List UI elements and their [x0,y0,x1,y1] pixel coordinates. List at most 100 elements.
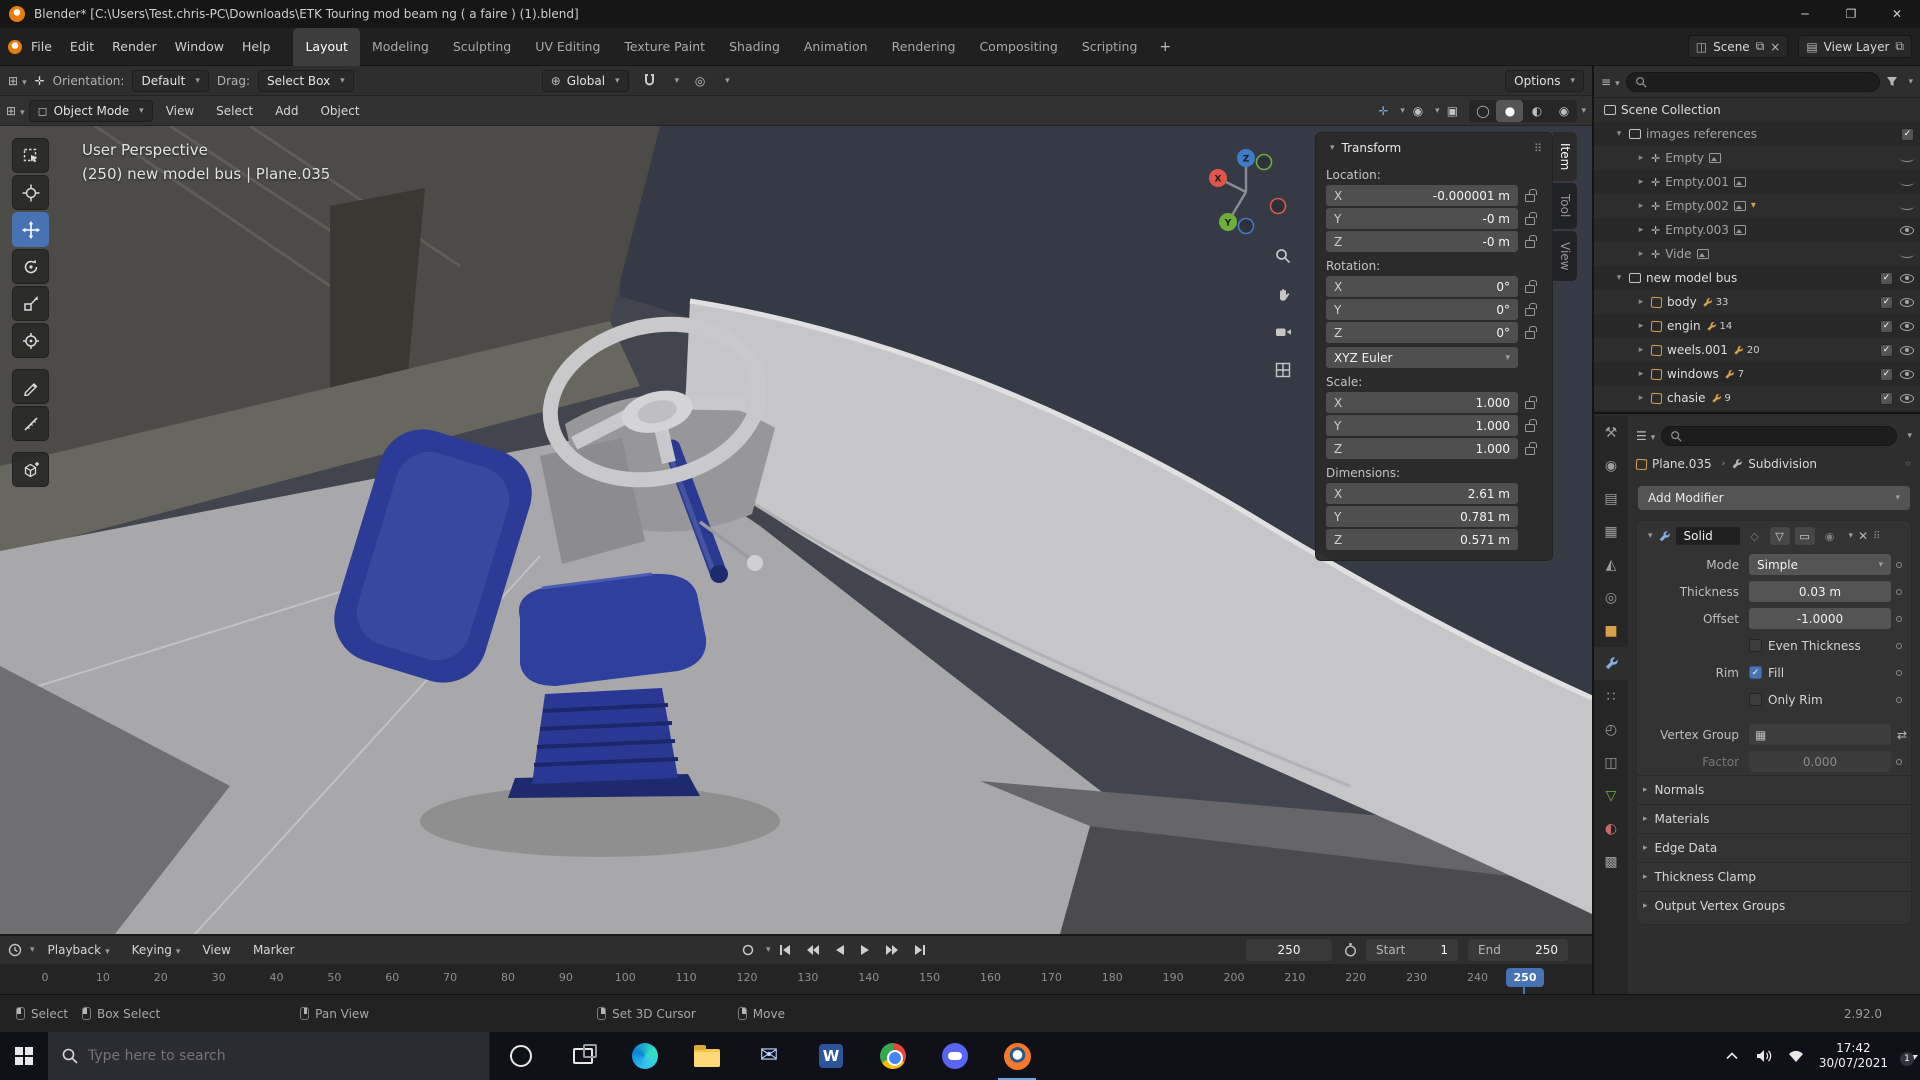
tool-annotate[interactable] [12,369,49,404]
blender-menu-icon[interactable] [8,40,22,54]
view-layer-tab-icon[interactable]: ▦ [1594,515,1628,548]
lock-icon[interactable] [1525,424,1535,432]
drag-select[interactable]: Select Box▾ [258,70,354,92]
panel-grip-icon[interactable]: ⠿ [1534,142,1542,155]
modifiers-tab-icon[interactable] [1594,647,1628,680]
auto-key-icon[interactable] [735,939,760,961]
shading-wireframe-icon[interactable]: ◯ [1469,100,1496,122]
tool-measure[interactable] [12,406,49,441]
eye-closed-icon[interactable] [1900,155,1914,162]
menu-object[interactable]: Object [311,100,368,122]
pan-hand-icon[interactable] [1268,279,1298,309]
view-layer-selector[interactable]: ▤ View Layer ⧉ [1798,35,1912,58]
preview-range-icon[interactable] [1338,939,1363,961]
expand-arrow-icon[interactable]: ▸ [1636,249,1646,259]
zoom-icon[interactable] [1268,241,1298,271]
unlink-scene-icon[interactable]: × [1770,40,1780,54]
outliner-row-vide[interactable]: ▸ ✛ Vide [1594,242,1920,266]
material-tab-icon[interactable]: ◐ [1594,812,1628,845]
current-frame-field[interactable]: 250 [1246,939,1332,961]
prev-keyframe-button[interactable] [800,939,825,961]
outliner-row-empty-003[interactable]: ▸ ✛ Empty.003 [1594,218,1920,242]
section-edge-data[interactable]: ▸Edge Data [1637,833,1911,862]
close-button[interactable]: ✕ [1874,0,1920,28]
tab-rendering[interactable]: Rendering [880,31,968,62]
dimensions-z-field[interactable]: Z0.571 m [1326,529,1518,550]
outliner-editor-icon[interactable]: ≡▾ [1601,75,1620,89]
even-thickness-checkbox[interactable] [1749,639,1762,652]
editor-type-icon[interactable]: ⊞▾ [8,74,27,88]
search-input[interactable] [88,1048,448,1064]
tool-tab-icon[interactable]: ⚒ [1594,416,1628,449]
menu-edit[interactable]: Edit [61,35,103,58]
shading-material-icon[interactable]: ◐ [1523,100,1550,122]
rotation-y-field[interactable]: Y0° [1326,299,1518,320]
object-checkbox[interactable]: ✓ [1880,320,1893,333]
animate-decorator[interactable] [1896,616,1902,622]
constraints-tab-icon[interactable]: ◫ [1594,746,1628,779]
expand-arrow-icon[interactable]: ▸ [1636,369,1646,379]
eye-closed-icon[interactable] [1900,203,1914,210]
new-scene-icon[interactable]: ⧉ [1756,39,1765,54]
animate-decorator[interactable] [1896,759,1902,765]
modifier-name-field[interactable]: Solid [1676,527,1740,545]
section-materials[interactable]: ▸Materials [1637,804,1911,833]
playhead-badge[interactable]: 250 [1506,968,1544,987]
outliner-row-new-model-bus[interactable]: ▾ new model bus ✓ [1594,266,1920,290]
section-thickness-clamp[interactable]: ▸Thickness Clamp [1637,862,1911,891]
collection-checkbox[interactable]: ✓ [1880,272,1893,285]
properties-editor-icon[interactable]: ☰▾ [1636,429,1655,443]
play-reverse-button[interactable] [827,939,852,961]
eye-open-icon[interactable] [1900,274,1914,283]
menu-add[interactable]: Add [266,100,307,122]
rotation-mode-select[interactable]: XYZ Euler▾ [1326,347,1518,368]
add-modifier-button[interactable]: Add Modifier▾ [1638,486,1910,510]
thickness-field[interactable]: 0.03 m [1749,581,1891,602]
jump-to-end-button[interactable] [908,939,933,961]
mail-icon[interactable]: ✉ [738,1032,800,1080]
expand-arrow-icon[interactable]: ▸ [1636,393,1646,403]
collection-checkbox[interactable]: ✓ [1901,128,1914,141]
menu-view[interactable]: View [157,100,203,122]
rotation-z-field[interactable]: Z0° [1326,322,1518,343]
eye-closed-icon[interactable] [1900,251,1914,258]
mode-select[interactable]: Simple▾ [1749,554,1891,575]
lock-icon[interactable] [1525,331,1535,339]
tab-view[interactable]: View [1553,231,1577,281]
new-view-layer-icon[interactable]: ⧉ [1895,39,1904,54]
tab-layout[interactable]: Layout [293,28,360,66]
navigation-gizmo[interactable]: X Y Z [1196,144,1296,244]
properties-search-input[interactable] [1661,426,1897,446]
jump-to-start-button[interactable] [773,939,798,961]
lock-icon[interactable] [1525,194,1535,202]
pin-icon[interactable]: ◦ [1905,457,1912,471]
factor-field[interactable]: 0.000 [1749,751,1891,772]
animate-decorator[interactable] [1896,643,1902,649]
orientation-select[interactable]: Default▾ [132,70,208,92]
realtime-toggle-icon[interactable]: ▭ [1795,527,1815,545]
minimize-button[interactable]: ─ [1782,0,1828,28]
tool-rotate[interactable] [12,249,49,284]
menu-view[interactable]: View [193,939,239,961]
vertex-group-field[interactable]: ▦ [1749,724,1891,745]
outliner-row-windows[interactable]: ▸ windows 7 ✓ [1594,362,1920,386]
expand-arrow-icon[interactable]: ▸ [1636,297,1646,307]
texture-tab-icon[interactable]: ▩ [1594,845,1628,878]
animate-decorator[interactable] [1896,670,1902,676]
menu-render[interactable]: Render [103,35,166,58]
network-icon[interactable] [1787,1050,1805,1063]
viewport-editor-icon[interactable]: ⊞▾ [6,104,25,118]
section-output-vertex-groups[interactable]: ▸Output Vertex Groups [1637,891,1911,920]
object-checkbox[interactable]: ✓ [1880,368,1893,381]
object-checkbox[interactable]: ✓ [1880,296,1893,309]
expand-arrow-icon[interactable]: ▸ [1636,201,1646,211]
tab-item[interactable]: Item [1553,132,1577,181]
camera-view-icon[interactable] [1268,317,1298,347]
tab-sculpting[interactable]: Sculpting [441,31,523,62]
transform-orientation-select[interactable]: ⊕ Global▾ [542,70,629,92]
cortana-icon[interactable] [490,1032,552,1080]
tool-select-box[interactable] [12,138,49,173]
file-explorer-icon[interactable] [676,1032,738,1080]
volume-icon[interactable] [1755,1049,1773,1063]
tray-expand-icon[interactable] [1723,1052,1741,1060]
